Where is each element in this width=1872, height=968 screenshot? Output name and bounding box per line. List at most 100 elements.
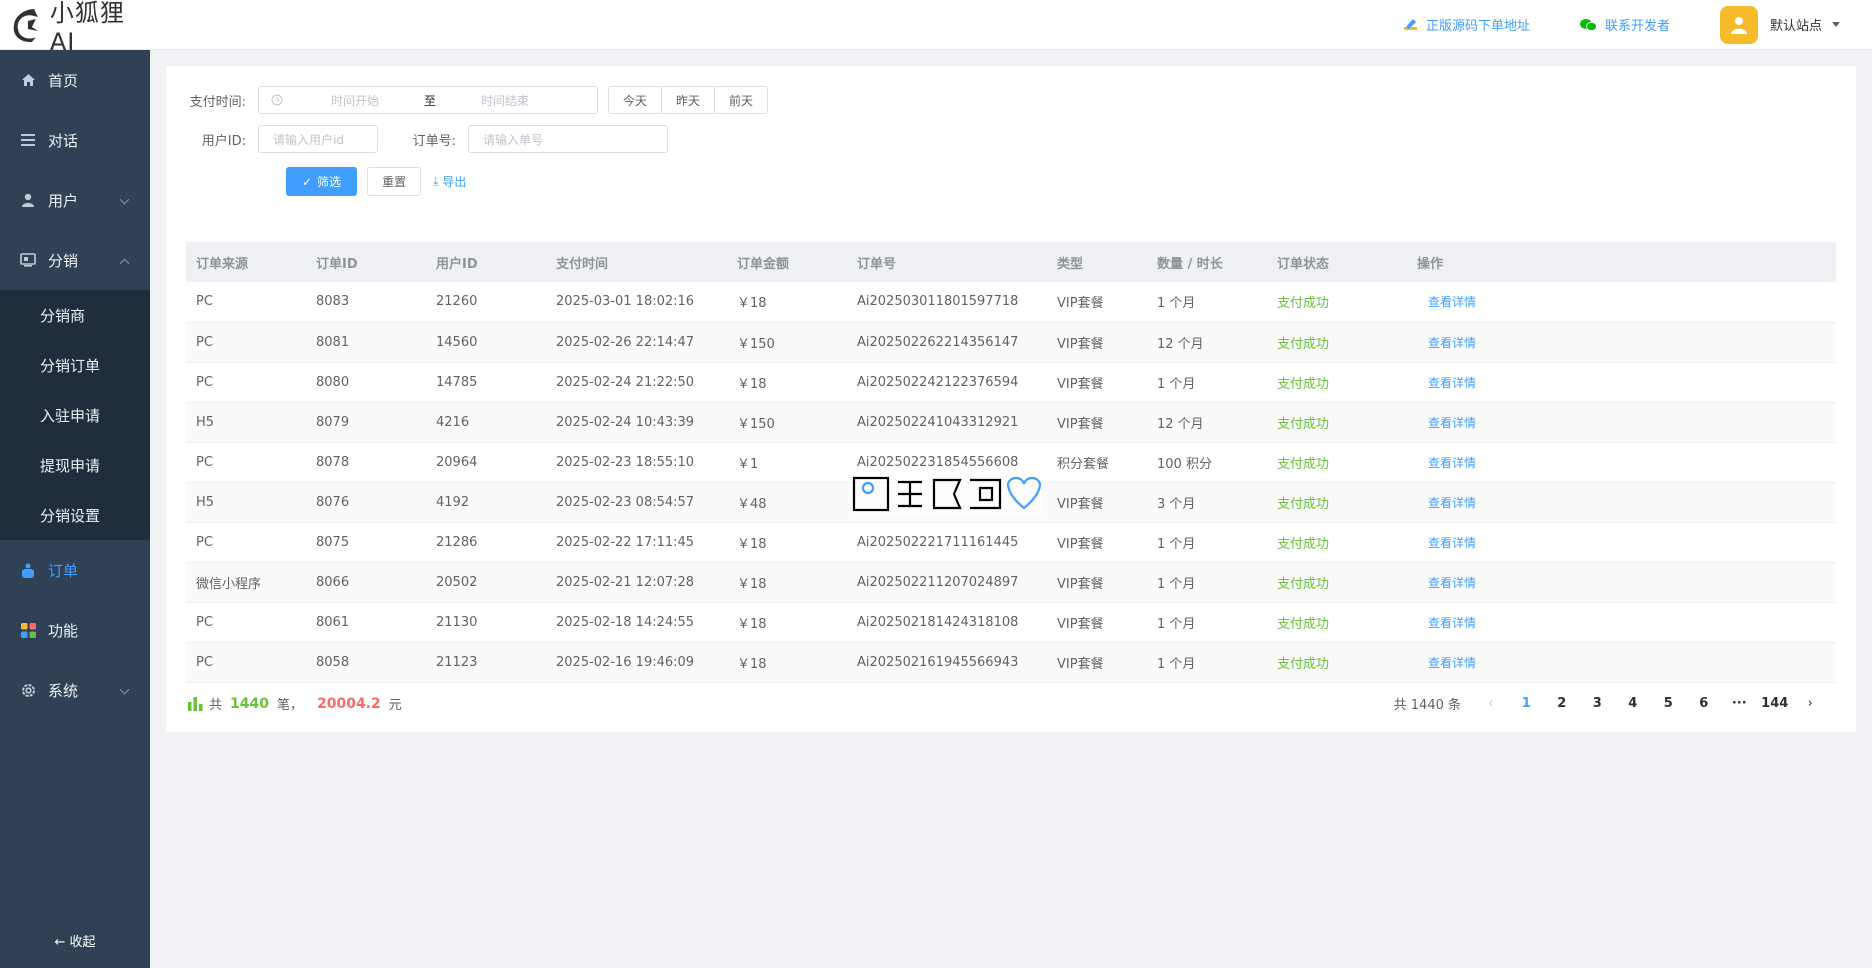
table-cell: 4192 [426,482,546,523]
reset-button[interactable]: 重置 [367,167,422,196]
end-time-input[interactable]: 时间结束 [445,92,565,109]
cell-text: 14560 [436,334,478,350]
collapse-sidebar-button[interactable]: ← 收起 [0,931,150,950]
cell-text: 2025-02-16 19:46:09 [556,654,695,670]
sidebar-item-system[interactable]: 系统 [0,660,150,720]
sidebar-item-users[interactable]: 用户 [0,170,150,230]
table-cell: 查看详情 [1407,402,1836,443]
table-cell: 1 个月 [1147,362,1267,403]
view-details-link[interactable]: 查看详情 [1417,496,1476,510]
yesterday-button[interactable]: 昨天 [661,86,716,114]
page-number-button[interactable]: 1 [1509,690,1545,718]
page-number-button[interactable]: 144 [1757,690,1793,718]
site-switcher[interactable]: 默认站点 [1719,5,1840,44]
view-details-link[interactable]: 查看详情 [1417,576,1476,590]
source-order-link-label: 正版源码下单地址 [1425,19,1530,34]
status-badge: 支付成功 [1277,536,1330,552]
cell-text: VIP套餐 [1057,376,1104,392]
brand-logo[interactable]: 小狐狸AI [0,0,150,56]
cell-text: ￥18 [737,576,767,592]
view-details-link[interactable]: 查看详情 [1417,536,1476,550]
sidebar-item-orders[interactable]: 订单 [0,540,150,600]
sidebar-subitem-distributors[interactable]: 分销商 [0,290,150,340]
pagination-ellipsis[interactable]: ··· [1722,690,1758,718]
cell-text: 8079 [316,414,350,430]
view-details-link[interactable]: 查看详情 [1417,376,1476,390]
list-icon [20,132,36,148]
cell-text: 14785 [436,374,478,390]
status-badge: 支付成功 [1277,456,1330,472]
today-button[interactable]: 今天 [608,86,663,114]
page-number-button[interactable]: 5 [1651,690,1687,718]
cell-text: VIP套餐 [1057,536,1104,552]
contact-developer-link[interactable]: 联系开发者 [1579,15,1670,34]
sidebar-item-chat[interactable]: 对话 [0,110,150,170]
user-id-input[interactable]: 请输入用户id [258,125,378,153]
order-no-input[interactable]: 请输入单号 [468,125,668,153]
view-details-link[interactable]: 查看详情 [1417,616,1476,630]
table-cell: 21260 [426,282,546,323]
export-button[interactable]: ⤓ 导出 [433,173,466,190]
wechat-icon [1579,18,1597,32]
filter-panel: 支付时间: 时间开始 至 时间结束 今天 昨天 前天 用户ID: 请输入用户id… [166,66,1856,222]
pagination: 共 1440 条 ‹ 1 2 3 4 5 6 ··· 144 › [1394,690,1836,718]
cell-text: Ai202502161945566943 [857,654,1019,670]
column-header: 订单状态 [1277,256,1330,272]
table-cell: 12 个月 [1147,402,1267,443]
prev-page-button[interactable]: ‹ [1473,690,1509,718]
cell-text: 2025-02-23 18:55:10 [556,454,695,470]
view-details-link[interactable]: 查看详情 [1417,295,1476,309]
sidebar-item-distribution[interactable]: 分销 [0,230,150,290]
pay-time-range-picker[interactable]: 时间开始 至 时间结束 [258,86,598,114]
cell-text: 4192 [436,494,470,510]
next-page-button[interactable]: › [1793,690,1829,718]
table-cell: Ai202502262214356147 [847,322,1047,363]
cell-text: VIP套餐 [1057,616,1104,632]
page-number-button[interactable]: 4 [1615,690,1651,718]
range-separator: 至 [423,93,436,108]
table-cell: 查看详情 [1407,322,1836,363]
sidebar-subitem-distribution-orders[interactable]: 分销订单 [0,340,150,390]
cell-text: 20502 [436,574,478,590]
start-time-input[interactable]: 时间开始 [295,92,415,109]
column-header: 订单来源 [196,256,249,272]
order-no-label: 订单号: [412,133,456,149]
table-cell: 支付成功 [1267,362,1407,403]
cell-text: PC [196,374,213,390]
view-details-link[interactable]: 查看详情 [1417,656,1476,670]
view-details-link[interactable]: 查看详情 [1417,456,1476,470]
user-avatar-icon [1730,16,1747,34]
table-cell: 21130 [426,602,546,643]
page-number-button[interactable]: 2 [1544,690,1580,718]
table-cell: PC [186,522,306,563]
source-order-link[interactable]: 正版源码下单地址 [1403,15,1530,34]
sidebar-subitem-distribution-settings[interactable]: 分销设置 [0,490,150,540]
table-cell: 8078 [306,442,426,483]
view-details-link[interactable]: 查看详情 [1417,416,1476,430]
cell-text: 100 积分 [1157,456,1212,472]
day-before-yesterday-button[interactable]: 前天 [714,86,769,114]
chevron-down-icon [119,684,130,695]
page-number-button[interactable]: 6 [1686,690,1722,718]
sidebar-subitem-join-requests[interactable]: 入驻申请 [0,390,150,440]
sidebar-item-home[interactable]: 首页 [0,50,150,110]
table-cell: PC [186,442,306,483]
cell-text: Ai202502181424318108 [857,614,1019,630]
cell-text: ￥18 [737,656,767,672]
sidebar-subitem-withdraw-requests[interactable]: 提现申请 [0,440,150,490]
cell-text: Ai202503011801597718 [857,294,1019,310]
table-row: PC 8081 14560 2025-02-26 22:14:47 ￥150 Ai2025… [186,322,1836,363]
table-row: H5 8079 4216 2025-02-24 10:43:39 ￥150 Ai20250… [186,402,1836,443]
cell-text: Ai202502211207024897 [857,574,1019,590]
sidebar-item-features[interactable]: 功能 [0,600,150,660]
order-count: 1440 [230,695,269,712]
page-number-button[interactable]: 3 [1580,690,1616,718]
column-header: 支付时间 [556,256,609,272]
table-cell: 查看详情 [1407,522,1836,563]
view-details-link[interactable]: 查看详情 [1417,336,1476,350]
cell-text: ￥150 [737,336,775,352]
filter-button[interactable]: ✓ 筛选 [286,167,358,196]
caret-down-icon [1832,22,1840,27]
table-cell: 8058 [306,642,426,683]
apps-icon [20,622,36,638]
